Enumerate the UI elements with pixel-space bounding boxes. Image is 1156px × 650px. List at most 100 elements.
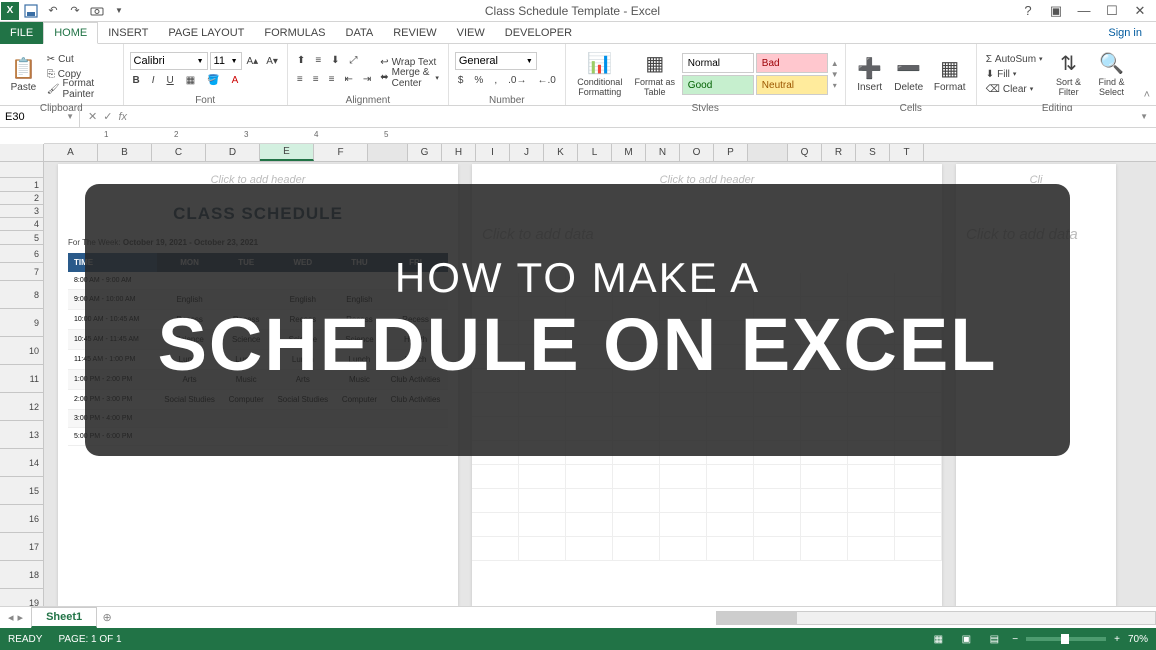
row-header-18[interactable]: 18 (0, 561, 43, 589)
tab-view[interactable]: VIEW (447, 22, 495, 44)
grid-cell[interactable] (754, 465, 801, 489)
clear-button[interactable]: ⌫Clear▾ (983, 82, 1046, 97)
col-header-R[interactable]: R (822, 144, 856, 161)
col-header-G[interactable]: G (408, 144, 442, 161)
col-header-B[interactable]: B (98, 144, 152, 161)
style-bad[interactable]: Bad (756, 53, 828, 73)
row-header-12[interactable]: 12 (0, 393, 43, 421)
col-header-F[interactable]: F (314, 144, 368, 161)
style-good[interactable]: Good (682, 75, 754, 95)
style-neutral[interactable]: Neutral (756, 75, 828, 95)
accept-formula-icon[interactable]: ✓ (103, 110, 112, 123)
decrease-indent-icon[interactable]: ⇤ (341, 72, 355, 87)
grid-cell[interactable] (472, 489, 519, 513)
styles-more-icon[interactable]: ▾ (833, 81, 837, 90)
bold-button[interactable]: B (130, 73, 143, 88)
redo-icon[interactable]: ↷ (65, 1, 85, 21)
italic-button[interactable]: I (149, 73, 158, 88)
align-bottom-icon[interactable]: ⬇ (328, 53, 342, 68)
grid-cell[interactable] (660, 537, 707, 561)
find-select-button[interactable]: 🔍Find & Select (1092, 46, 1132, 102)
delete-cells-button[interactable]: ➖Delete (891, 46, 927, 102)
decrease-decimal-icon[interactable]: ←.0 (534, 73, 558, 88)
align-top-icon[interactable]: ⬆ (294, 53, 308, 68)
grid-cell[interactable] (801, 465, 848, 489)
styles-scroll-up-icon[interactable]: ▲ (831, 59, 839, 68)
tab-home[interactable]: HOME (43, 22, 98, 44)
row-header-2[interactable]: 2 (0, 192, 43, 205)
style-normal[interactable]: Normal (682, 53, 754, 73)
grid-cell[interactable] (566, 513, 613, 537)
font-size-dropdown[interactable]: 11▼ (210, 52, 242, 70)
col-header-O[interactable]: O (680, 144, 714, 161)
col-header-M[interactable]: M (612, 144, 646, 161)
grid-cell[interactable] (801, 489, 848, 513)
horizontal-scrollbar[interactable] (716, 611, 1156, 625)
collapse-ribbon-icon[interactable]: ˄ (1138, 85, 1156, 105)
sort-filter-button[interactable]: ⇅Sort & Filter (1049, 46, 1089, 102)
grid-cell[interactable] (566, 489, 613, 513)
sheet-tab-sheet1[interactable]: Sheet1 (31, 607, 97, 628)
grid-cell[interactable] (660, 513, 707, 537)
row-header-7[interactable]: 7 (0, 263, 43, 281)
merge-center-button[interactable]: ⬌Merge & Center▾ (377, 70, 442, 85)
grid-cell[interactable] (895, 537, 942, 561)
row-header-15[interactable]: 15 (0, 477, 43, 505)
save-icon[interactable] (21, 1, 41, 21)
grid-cell[interactable] (707, 489, 754, 513)
fx-icon[interactable]: fx (118, 111, 127, 123)
grid-cell[interactable] (519, 489, 566, 513)
row-header-10[interactable]: 10 (0, 337, 43, 365)
zoom-level[interactable]: 70% (1128, 634, 1148, 645)
sheet-nav-last-icon[interactable]: ▸ (18, 611, 24, 624)
orientation-icon[interactable]: ⤢ (347, 53, 361, 68)
align-left-icon[interactable]: ≡ (294, 72, 306, 87)
font-name-dropdown[interactable]: Calibri▼ (130, 52, 208, 70)
col-header-I[interactable]: I (476, 144, 510, 161)
tab-page-layout[interactable]: PAGE LAYOUT (158, 22, 254, 44)
grid-cell[interactable] (895, 465, 942, 489)
col-header-C[interactable]: C (152, 144, 206, 161)
styles-scroll-down-icon[interactable]: ▼ (831, 70, 839, 79)
zoom-thumb[interactable] (1061, 634, 1069, 644)
col-header-J[interactable]: J (510, 144, 544, 161)
autosum-button[interactable]: ΣAutoSum▾ (983, 52, 1046, 67)
tab-file[interactable]: FILE (0, 22, 43, 44)
tab-formulas[interactable]: FORMULAS (254, 22, 335, 44)
col-header-E[interactable]: E (260, 144, 314, 161)
row-header-19[interactable]: 19 (0, 589, 43, 606)
tab-insert[interactable]: INSERT (98, 22, 158, 44)
grid-cell[interactable] (660, 465, 707, 489)
row-header-17[interactable]: 17 (0, 533, 43, 561)
name-box[interactable]: E30▼ (0, 106, 80, 127)
grid-cell[interactable] (519, 465, 566, 489)
row-header-4[interactable]: 4 (0, 218, 43, 231)
zoom-in-button[interactable]: + (1114, 634, 1120, 645)
grid-cell[interactable] (848, 513, 895, 537)
view-page-layout-icon[interactable]: ▣ (956, 631, 976, 647)
comma-icon[interactable]: , (491, 73, 500, 88)
grid-cell[interactable] (707, 537, 754, 561)
font-color-button[interactable]: A (229, 73, 242, 88)
col-header-T[interactable]: T (890, 144, 924, 161)
grid-cell[interactable] (660, 489, 707, 513)
grid-cell[interactable] (707, 465, 754, 489)
cancel-formula-icon[interactable]: ✕ (88, 110, 97, 123)
increase-decimal-icon[interactable]: .0→ (505, 73, 529, 88)
sheet-nav-first-icon[interactable]: ◂ (8, 611, 14, 624)
expand-formula-icon[interactable]: ▼ (1132, 112, 1156, 121)
grid-cell[interactable] (848, 465, 895, 489)
grid-cell[interactable] (472, 513, 519, 537)
col-header-D[interactable]: D (206, 144, 260, 161)
view-page-break-icon[interactable]: ▤ (984, 631, 1004, 647)
increase-font-icon[interactable]: A▴ (244, 54, 262, 69)
format-cells-button[interactable]: ▦Format (930, 46, 970, 102)
grid-cell[interactable] (848, 537, 895, 561)
format-painter-button[interactable]: 🖌Format Painter (44, 82, 117, 97)
row-header-9[interactable]: 9 (0, 309, 43, 337)
grid-cell[interactable] (613, 465, 660, 489)
col-header-Q[interactable]: Q (788, 144, 822, 161)
grid-cell[interactable] (848, 489, 895, 513)
qat-dropdown-icon[interactable]: ▼ (109, 1, 129, 21)
col-header-K[interactable]: K (544, 144, 578, 161)
